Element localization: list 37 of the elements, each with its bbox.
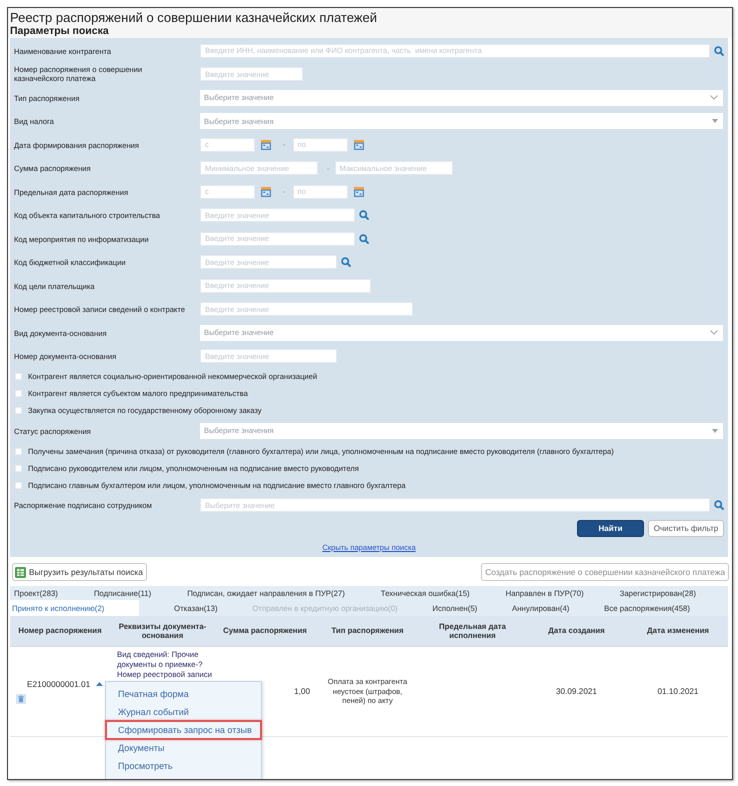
checkbox[interactable] xyxy=(15,464,22,472)
table-cell: 01.10.2021 xyxy=(658,686,698,696)
clear-filter-button[interactable]: Очистить фильтр xyxy=(648,520,724,537)
menu-item[interactable]: Сформировать запрос на отзыв xyxy=(105,720,262,740)
menu-item[interactable]: Просмотреть xyxy=(106,757,261,775)
search-icon[interactable] xyxy=(714,500,724,510)
create-order-button[interactable]: Создать распоряжение о совершении казначейского платежа xyxy=(481,563,729,581)
window-title: Реестр распоряжений о совершении казначейских платежей xyxy=(10,10,377,25)
calendar-icon[interactable] xyxy=(261,186,271,197)
search-icon[interactable] xyxy=(714,46,724,56)
search-icon[interactable] xyxy=(359,210,369,220)
caret-up-icon[interactable] xyxy=(96,682,104,686)
checkbox[interactable] xyxy=(15,390,22,397)
table-cell: 30.09.2021 xyxy=(556,686,597,696)
checkbox[interactable] xyxy=(15,482,22,488)
checkbox[interactable] xyxy=(15,448,22,454)
caret-down-icon xyxy=(712,119,718,124)
chevron-down-icon xyxy=(710,330,718,336)
calendar-icon[interactable] xyxy=(354,186,364,197)
chevron-down-icon xyxy=(710,95,718,100)
find-button[interactable]: Найти xyxy=(577,520,644,537)
menu-item[interactable]: Журнал событий xyxy=(106,703,261,721)
spreadsheet-icon xyxy=(15,566,26,578)
calendar-icon[interactable] xyxy=(354,140,364,150)
order-number: E2100000001.01 xyxy=(27,679,90,689)
table-cell: 1,00 xyxy=(294,686,310,696)
search-icon[interactable] xyxy=(359,234,369,244)
section-title: Параметры поиска xyxy=(10,25,109,37)
menu-item[interactable]: Печатная форма xyxy=(106,685,261,703)
checkbox[interactable] xyxy=(15,373,22,380)
export-button[interactable]: Выгрузить результаты поиска xyxy=(12,563,147,581)
search-icon[interactable] xyxy=(341,257,351,268)
calendar-icon[interactable] xyxy=(261,140,271,150)
trash-icon[interactable] xyxy=(16,694,26,704)
menu-item[interactable]: Документы xyxy=(106,739,261,757)
checkbox[interactable] xyxy=(15,407,22,414)
caret-down-icon xyxy=(712,428,718,433)
